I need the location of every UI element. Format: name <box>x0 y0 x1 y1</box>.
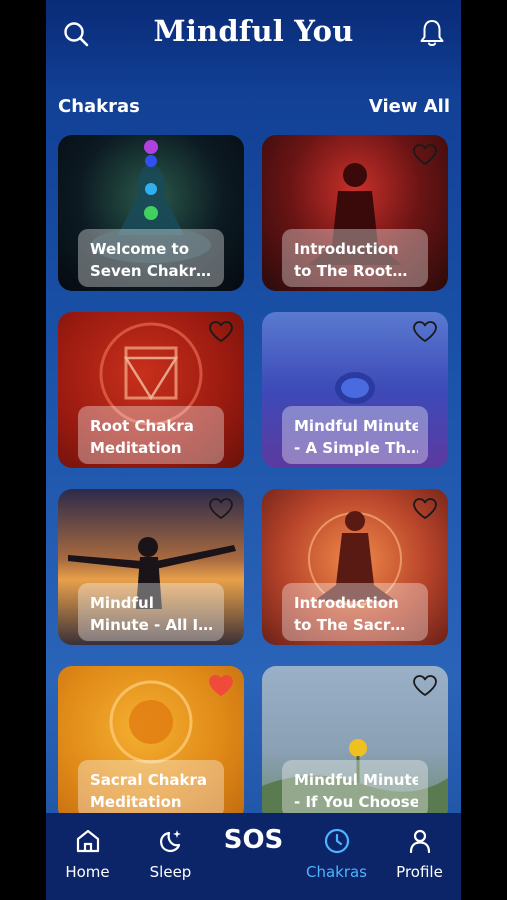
card-title-line2: - A Simple Th… <box>294 439 418 457</box>
app-title: Mindful You <box>153 14 354 48</box>
chakra-card[interactable]: Introduction to The Sacr… <box>262 489 448 645</box>
card-title-line1: Mindful Minute <box>294 417 418 435</box>
top-bar: Mindful You <box>46 0 461 70</box>
heart-icon[interactable] <box>412 674 438 698</box>
heart-icon[interactable] <box>412 143 438 167</box>
sos-button: SOS <box>223 825 284 855</box>
card-title-line1: Sacral Chakra <box>90 771 208 789</box>
chakra-card[interactable]: Introduction to The Root… <box>262 135 448 291</box>
card-title-line2: Meditation <box>90 793 182 811</box>
home-icon <box>76 829 100 853</box>
card-title-line1: Mindful <box>90 594 154 612</box>
card-title-line2: Meditation <box>90 439 182 457</box>
nav-home[interactable]: Home <box>46 813 129 900</box>
card-title-line2: Minute - All I… <box>90 616 214 634</box>
chakra-card[interactable]: Mindful Minute - A Simple Th… <box>262 312 448 468</box>
card-title-line2: Seven Chakr… <box>90 262 212 280</box>
card-title-line1: Root Chakra <box>90 417 194 435</box>
chakra-card[interactable]: Mindful Minute - All I… <box>58 489 244 645</box>
card-title-line1: Welcome to <box>90 240 190 258</box>
heart-icon[interactable] <box>208 320 234 344</box>
nav-chakras[interactable]: Chakras <box>295 813 378 900</box>
bell-icon[interactable] <box>418 18 446 48</box>
person-icon <box>409 829 431 854</box>
heart-icon[interactable] <box>412 497 438 521</box>
card-caption: Mindful Minute - A Simple Th… <box>282 406 428 464</box>
chakra-card[interactable]: Welcome to Seven Chakr… <box>58 135 244 291</box>
card-title-line2: to The Sacr… <box>294 616 406 634</box>
bottom-nav: Home Sleep SOS Chakras Profile <box>46 813 461 900</box>
section-header: Chakras View All <box>58 96 450 120</box>
card-caption: Sacral Chakra Meditation <box>78 760 224 818</box>
view-all-link[interactable]: View All <box>369 96 450 117</box>
section-title: Chakras <box>58 96 140 117</box>
chakra-card[interactable]: Mindful Minute - If You Choose <box>262 666 448 822</box>
card-caption: Introduction to The Root… <box>282 229 428 287</box>
heart-icon[interactable] <box>412 320 438 344</box>
nav-home-label: Home <box>65 863 110 881</box>
app-screen: Mindful You Chakras View All Welcome to … <box>46 0 461 900</box>
nav-sleep[interactable]: Sleep <box>129 813 212 900</box>
nav-sos[interactable]: SOS <box>212 813 295 900</box>
card-title-line1: Introduction <box>294 594 399 612</box>
card-caption: Mindful Minute - All I… <box>78 583 224 641</box>
heart-icon[interactable] <box>208 497 234 521</box>
card-title-line1: Introduction <box>294 240 399 258</box>
chakra-card[interactable]: Root Chakra Meditation <box>58 312 244 468</box>
card-title-line2: to The Root… <box>294 262 408 280</box>
chakra-card[interactable]: Sacral Chakra Meditation <box>58 666 244 822</box>
card-title-line2: - If You Choose <box>294 793 418 811</box>
moon-stars-icon <box>160 830 181 853</box>
nav-sleep-label: Sleep <box>149 863 192 881</box>
card-caption: Welcome to Seven Chakr… <box>78 229 224 287</box>
nav-profile[interactable]: Profile <box>378 813 461 900</box>
clock-icon <box>324 828 350 854</box>
card-title-line1: Mindful Minute <box>294 771 418 789</box>
nav-profile-label: Profile <box>396 863 443 881</box>
card-caption: Introduction to The Sacr… <box>282 583 428 641</box>
heart-icon-filled[interactable] <box>208 674 234 698</box>
card-caption: Mindful Minute - If You Choose <box>282 760 428 818</box>
card-caption: Root Chakra Meditation <box>78 406 224 464</box>
nav-chakras-label: Chakras <box>305 863 368 881</box>
